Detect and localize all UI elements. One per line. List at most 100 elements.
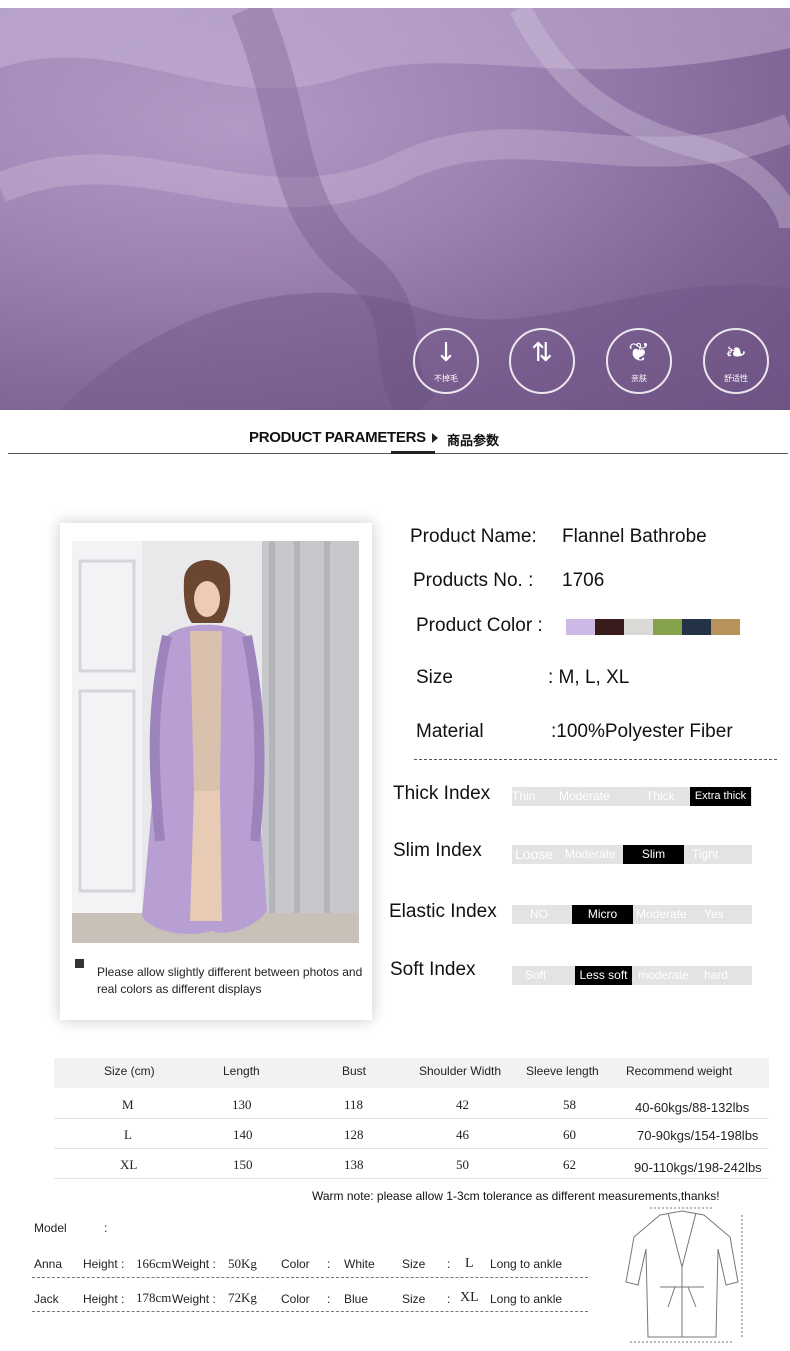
thick-option-thick: Thick	[646, 789, 675, 803]
tolerance-note: Warm note: please allow 1-3cm tolerance …	[312, 1189, 720, 1203]
product-no-value: 1706	[562, 570, 605, 591]
robe-measurement-sketch	[625, 1207, 743, 1343]
slim-option-loose: Loose	[515, 846, 554, 862]
product-name-value: Flannel Bathrobe	[562, 526, 707, 547]
feature-skin-friendly: ❦ 亲肤	[606, 328, 672, 394]
cell-bust: 138	[344, 1157, 364, 1172]
product-no-label: Products No. :	[413, 570, 534, 591]
product-color-label: Product Color :	[416, 615, 543, 636]
caret-right-icon	[432, 433, 438, 443]
product-photo-card: Please allow slightly different between …	[60, 523, 372, 1020]
thick-option-extra-thick: Extra thick	[690, 787, 751, 806]
color-swatch	[682, 619, 711, 635]
col-sleeve-length: Sleeve length	[526, 1064, 599, 1078]
slim-index-label: Slim Index	[393, 840, 482, 861]
soft-option-soft: Soft	[525, 968, 547, 982]
color-label: Color	[281, 1257, 310, 1271]
cell-length: 140	[233, 1127, 253, 1142]
feather-icon: ❦	[628, 338, 650, 368]
thick-index-label: Thick Index	[393, 783, 491, 804]
feature-breathable: ⇅	[509, 328, 575, 394]
color-separator: :	[327, 1257, 331, 1271]
section-divider-accent	[391, 451, 435, 454]
fabric-banner: ↓ 不掉毛 ⇅ ❦ 亲肤 ❧ 舒适性	[0, 8, 790, 410]
elastic-index-label: Elastic Index	[389, 901, 497, 922]
soft-index-label: Soft Index	[390, 959, 476, 980]
weight-label: Weight :	[172, 1257, 216, 1271]
note-bullet	[75, 959, 84, 968]
section-header: PRODUCT PARAMETERS 商品参数	[0, 429, 790, 453]
down-arrow-icon: ↓	[435, 338, 457, 368]
elastic-option-no: NO	[530, 907, 548, 921]
cell-weight: 90-110kgs/198-242lbs	[634, 1160, 762, 1175]
color-swatch	[711, 619, 740, 635]
cell-length: 150	[233, 1157, 253, 1172]
height-label: Height :	[83, 1257, 125, 1271]
fabric-texture-image	[0, 8, 790, 410]
thick-option-thin: Thin	[512, 789, 536, 803]
row-divider	[54, 1148, 769, 1149]
weight-value: 72Kg	[228, 1290, 257, 1305]
weight-value: 50Kg	[228, 1256, 257, 1271]
fit-value: Long to ankle	[490, 1292, 563, 1306]
cell-size: XL	[120, 1157, 138, 1172]
color-label: Color	[281, 1292, 310, 1306]
size-separator: :	[447, 1292, 451, 1306]
size-separator: :	[447, 1257, 451, 1271]
elastic-index-bar: NO Micro Moderate Yes	[512, 905, 752, 924]
model-header-colon: :	[104, 1221, 108, 1235]
color-swatch	[566, 619, 595, 635]
cell-size: L	[124, 1127, 132, 1142]
size-label: Size	[402, 1257, 426, 1271]
params-divider	[414, 759, 777, 760]
leaf-icon: ❧	[725, 338, 747, 368]
cell-size: M	[122, 1097, 134, 1112]
elastic-option-yes: Yes	[704, 907, 724, 921]
elastic-option-micro: Micro	[572, 905, 633, 924]
slim-option-moderate: Moderate	[565, 847, 616, 861]
color-swatch	[595, 619, 624, 635]
soft-option-less-soft: Less soft	[575, 966, 632, 985]
product-name-label: Product Name:	[410, 526, 537, 547]
model-header-label: Model	[34, 1221, 67, 1235]
size-label: Size	[402, 1292, 426, 1306]
soft-option-moderate: moderate	[638, 968, 689, 982]
size-value: L	[465, 1256, 474, 1271]
size-value: XL	[460, 1290, 479, 1305]
slim-option-slim: Slim	[623, 845, 684, 864]
height-value: 178cm	[136, 1290, 172, 1305]
cell-shoulder: 46	[456, 1127, 469, 1142]
col-size: Size (cm)	[104, 1064, 155, 1078]
feature-no-shedding: ↓ 不掉毛	[413, 328, 479, 394]
cell-length: 130	[232, 1097, 252, 1112]
material-label: Material	[416, 721, 484, 742]
height-value: 166cm	[136, 1256, 172, 1271]
model-row-divider	[32, 1277, 588, 1278]
col-recommend-weight: Recommend weight	[626, 1064, 733, 1078]
height-label: Height :	[83, 1292, 125, 1306]
air-flow-icon: ⇅	[531, 338, 553, 368]
thick-index-bar: Thin Moderate Thick Extra thick	[512, 787, 752, 806]
row-divider	[54, 1178, 769, 1179]
feature-comfort: ❧ 舒适性	[703, 328, 769, 394]
cell-sleeve: 58	[563, 1097, 576, 1112]
cell-bust: 118	[344, 1097, 364, 1112]
cell-sleeve: 62	[563, 1157, 576, 1172]
color-value: White	[344, 1257, 375, 1271]
soft-index-bar: Soft Less soft moderate hard	[512, 966, 752, 985]
section-title: PRODUCT PARAMETERS	[249, 429, 426, 446]
soft-option-hard: hard	[704, 968, 729, 982]
model-photo	[72, 541, 359, 943]
model-name: Anna	[34, 1257, 63, 1271]
model-row-divider	[32, 1311, 588, 1312]
color-separator: :	[327, 1292, 331, 1306]
weight-label: Weight :	[172, 1292, 216, 1306]
thick-option-moderate: Moderate	[559, 789, 610, 803]
cell-shoulder: 50	[456, 1157, 469, 1172]
size-value: : M, L, XL	[548, 667, 630, 688]
cell-bust: 128	[344, 1127, 364, 1142]
color-disclaimer: Please allow slightly different between …	[97, 965, 363, 996]
cell-shoulder: 42	[456, 1097, 469, 1112]
color-swatch	[653, 619, 682, 635]
color-swatch	[624, 619, 653, 635]
